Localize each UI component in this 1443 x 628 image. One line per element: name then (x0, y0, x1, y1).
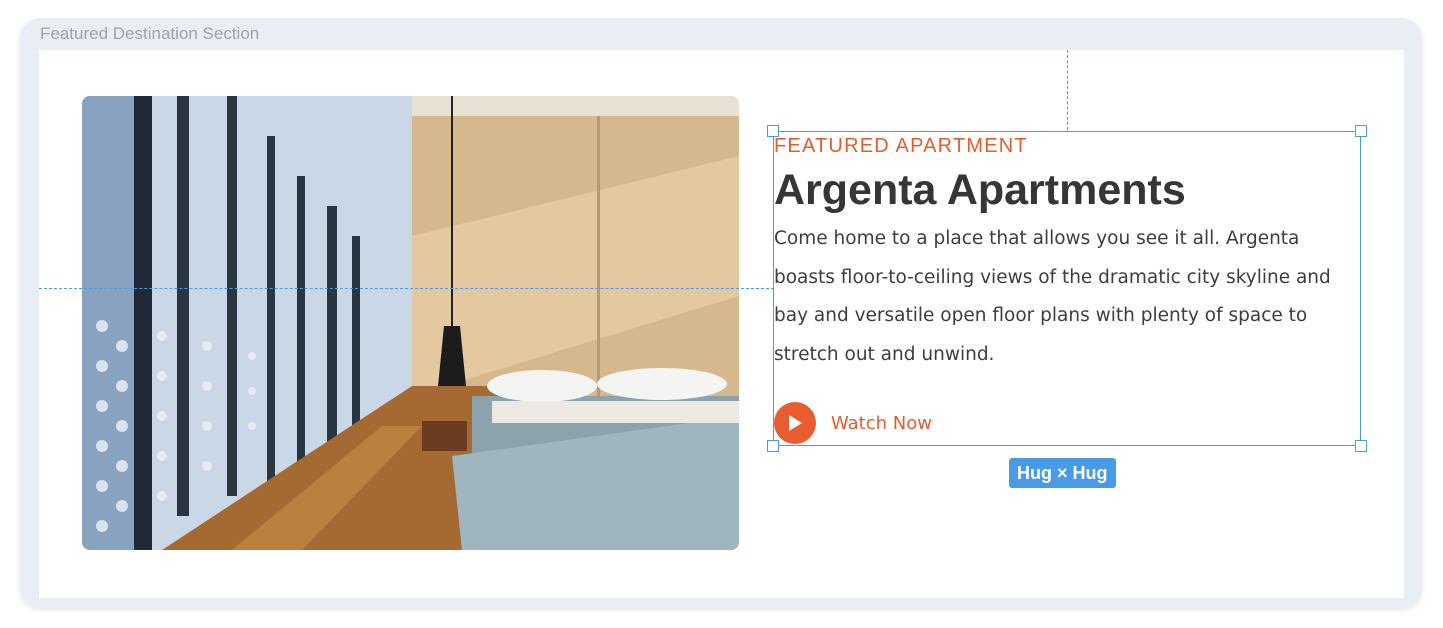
design-frame: Featured Destination Section FEATURED AP… (20, 18, 1422, 608)
sizing-badge[interactable]: Hug × Hug (1009, 458, 1116, 488)
frame-label[interactable]: Featured Destination Section (40, 24, 259, 44)
resize-handle-bottom-left[interactable] (767, 440, 779, 452)
alignment-guide-vertical (1067, 50, 1068, 130)
featured-destination-section[interactable]: FEATURED APARTMENT Argenta Apartments Co… (39, 50, 1404, 598)
resize-handle-bottom-right[interactable] (1355, 440, 1367, 452)
alignment-guide-horizontal (39, 288, 774, 289)
resize-handle-top-right[interactable] (1355, 125, 1367, 137)
apartment-image[interactable] (82, 96, 739, 550)
resize-handle-top-left[interactable] (767, 125, 779, 137)
selection-box[interactable] (767, 125, 1367, 452)
